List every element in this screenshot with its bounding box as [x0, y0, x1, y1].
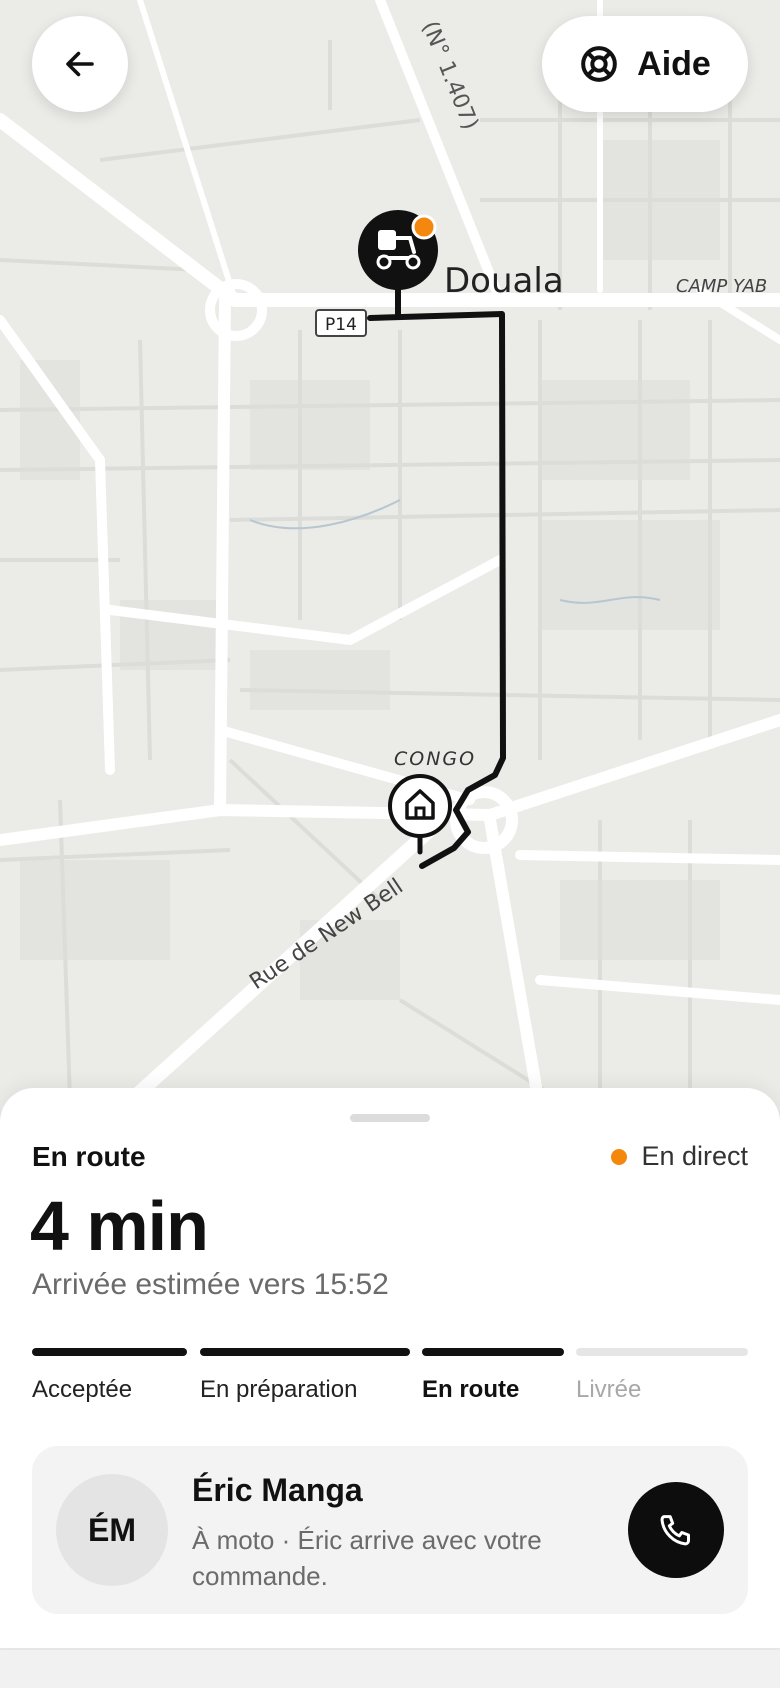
step-label: En route: [422, 1376, 520, 1403]
tracking-sheet: En route En direct 4 min Arrivée estimée…: [0, 1088, 780, 1648]
step-delivered: Livrée: [576, 1348, 748, 1404]
live-dot-icon: [611, 1148, 628, 1165]
arrow-left-icon: [66, 51, 94, 77]
driver-card: ÉM Éric Manga À moto · Éric arrive avec …: [32, 1446, 748, 1614]
help-label: Aide: [637, 44, 711, 83]
district-label: CONGO: [394, 748, 476, 770]
progress-steps: Acceptée En préparation En route Livrée: [32, 1348, 748, 1408]
step-bar: [422, 1348, 564, 1356]
call-button[interactable]: [628, 1482, 724, 1578]
svg-text:P14: P14: [325, 315, 357, 335]
eta-minutes: 4 min: [30, 1187, 209, 1265]
bottom-safe-area: [0, 1650, 780, 1688]
driver-name: Éric Manga: [192, 1472, 363, 1508]
step-preparation: En préparation: [200, 1348, 410, 1404]
help-button[interactable]: Aide: [542, 16, 748, 112]
courier-status-dot: [411, 214, 437, 240]
step-bar: [32, 1348, 187, 1356]
back-button[interactable]: [32, 16, 128, 112]
map[interactable]: (N° 1.407) Douala CAMP YAB CONGO Rue de …: [0, 0, 780, 1110]
live-label: En direct: [641, 1141, 748, 1171]
area-label: CAMP YAB: [676, 276, 767, 297]
step-bar: [200, 1348, 410, 1356]
status-title: En route: [32, 1141, 146, 1172]
live-indicator: En direct: [611, 1141, 748, 1172]
step-label: Acceptée: [32, 1376, 133, 1403]
lifebuoy-icon: [581, 46, 617, 82]
step-label: En préparation: [200, 1376, 358, 1403]
city-label: Douala: [444, 261, 564, 301]
step-bar: [576, 1348, 748, 1356]
step-accepted: Acceptée: [32, 1348, 187, 1404]
step-label: Livrée: [576, 1376, 642, 1403]
step-en-route: En route: [422, 1348, 564, 1404]
sheet-grab-handle[interactable]: [350, 1114, 430, 1122]
avatar: ÉM: [56, 1474, 168, 1586]
eta-text: Arrivée estimée vers 15:52: [32, 1268, 389, 1301]
road-shield: P14: [315, 309, 367, 337]
driver-description: À moto · Éric arrive avec votre commande…: [192, 1525, 542, 1591]
phone-icon: [660, 1515, 690, 1546]
